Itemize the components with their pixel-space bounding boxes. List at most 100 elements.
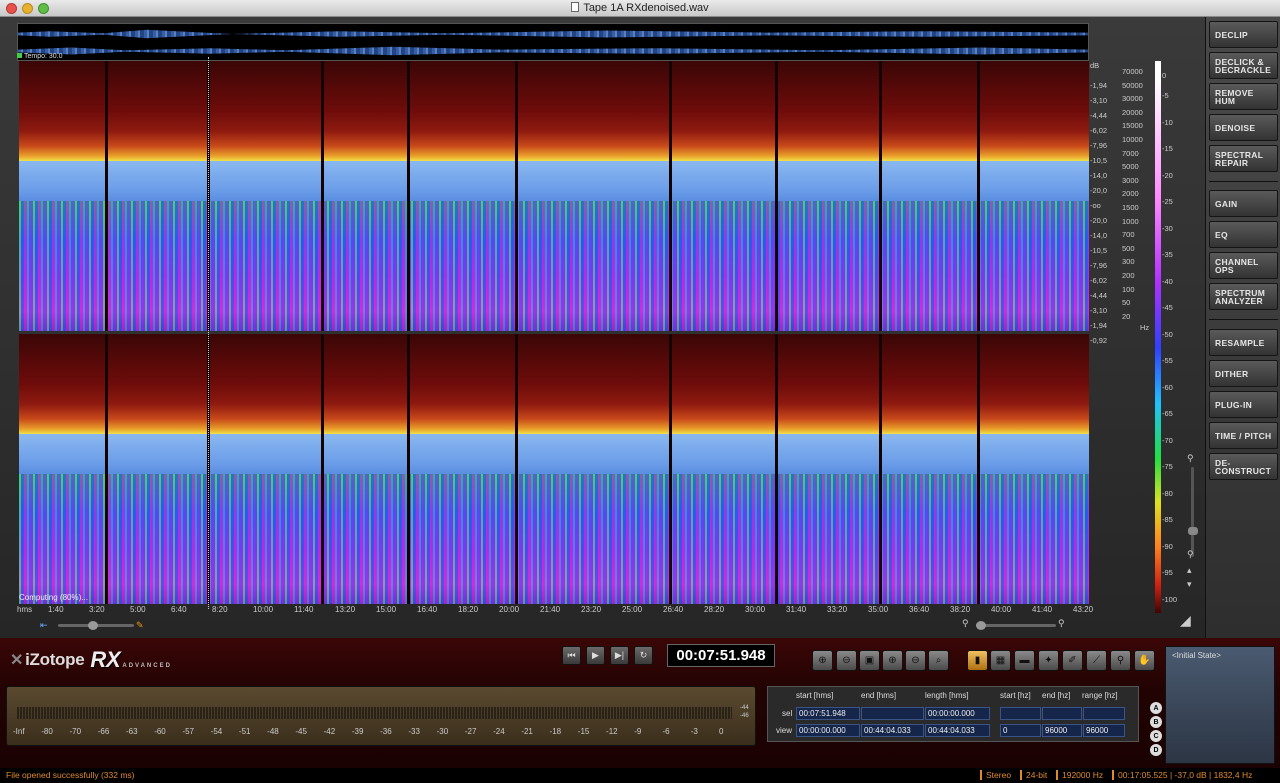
playhead-cursor[interactable] [208,57,209,609]
view-range-hz-field[interactable]: 96000 [1083,724,1125,737]
time-tick-label: 33:20 [827,605,848,614]
pan-down-icon[interactable]: ▾ [1187,579,1192,590]
module-remove-hum-button[interactable]: REMOVE HUM [1209,83,1278,110]
module-gain-button[interactable]: GAIN [1209,190,1278,217]
color-scale-tick: -45 [1162,303,1173,312]
meter-scale-label: -27 [464,727,477,736]
waveform-overview[interactable] [17,23,1089,61]
level-meter: -Inf -80 -70 -66 -63 -60 -57 -54 -51 -48 -45 -42 -39… [6,686,756,746]
view-end-hz-field[interactable]: 96000 [1042,724,1082,737]
module-declip-button[interactable]: DECLIP [1209,21,1278,48]
play-button[interactable]: ▶ [586,646,605,665]
sel-end-field[interactable] [861,707,924,720]
freq-selection-tool[interactable]: ▬ [1014,650,1035,671]
rect-selection-tool[interactable]: ▦ [990,650,1011,671]
vertical-zoom[interactable]: ⚲ ⚲ ▴ ▾ [1186,453,1200,607]
view-length-field[interactable]: 00:44:04.033 [925,724,990,737]
module-spectrum-analyzer-button[interactable]: SPECTRUM ANALYZER [1209,283,1278,310]
snapshot-d-button[interactable]: D [1150,744,1162,756]
color-scale-tick: -40 [1162,276,1173,286]
time-zoom-knob[interactable] [976,621,986,630]
sel-end-hz-field[interactable] [1042,707,1082,720]
rectangle-select-icon: ▦ [995,655,1006,666]
play-selection-button[interactable]: ▶| [610,646,629,665]
time-tick-label: 13:20 [335,605,356,614]
time-tick-label: 16:40 [417,605,438,614]
spectrogram-channel-left[interactable] [19,61,1089,331]
scroll-left-icon[interactable]: ⇤ [40,620,48,631]
horizontal-scroll[interactable]: ⇤ ✎ [40,620,150,630]
scroll-knob[interactable] [88,621,98,630]
meter-scale-label: -51 [238,727,251,736]
module-resample-button[interactable]: RESAMPLE [1209,329,1278,356]
silence-gap [407,61,410,331]
db-tick-label: -7,96 [1090,141,1108,150]
color-scale-tick: -5 [1162,91,1169,100]
resize-corner-icon[interactable]: ◢ [1180,612,1202,634]
silence-gap [977,334,980,604]
brush-tool[interactable]: ✐ [1062,650,1083,671]
time-zoom-track[interactable] [976,624,1056,627]
view-start-field[interactable]: 00:00:00.000 [796,724,860,737]
history-initial-state[interactable]: <Initial State> [1172,651,1268,660]
pencil-icon[interactable]: ✎ [136,620,144,631]
module-denoise-button[interactable]: DENOISE [1209,114,1278,141]
sel-length-field[interactable]: 00:00:00.000 [925,707,990,720]
horizontal-zoom[interactable]: ⚲ ⚲ [962,618,1072,630]
zoom-out-icon[interactable]: ⚲ [1187,549,1194,560]
time-selection-tool[interactable]: ▮ [967,650,988,671]
view-start-hz-field[interactable]: 0 [1000,724,1041,737]
loop-button[interactable]: ↻ [634,646,653,665]
meter-scale-label: 0 [719,727,724,736]
db-tick-label: -4,44 [1090,111,1108,120]
zoom-out-time-icon[interactable]: ⚲ [962,618,969,629]
spectrogram-low-band [19,201,1089,331]
module-plug-in-button[interactable]: PLUG-IN [1209,391,1278,418]
zoom-out-tool[interactable]: ⊖ [836,650,857,671]
zoom-selection-tool[interactable]: ▣ [859,650,880,671]
zoom-freq-in-tool[interactable]: ⊕ [882,650,903,671]
spectrogram-channel-right[interactable] [19,334,1089,604]
zoom-freq-out-tool[interactable]: ⊖ [905,650,926,671]
vertical-zoom-knob[interactable] [1188,527,1198,535]
sel-start-hz-field[interactable] [1000,707,1041,720]
time-tick-label: 3:20 [89,605,105,614]
time-tick-label: 18:20 [458,605,479,614]
pan-up-icon[interactable]: ▴ [1187,565,1192,576]
snapshot-a-button[interactable]: A [1150,702,1162,714]
wand-tool[interactable]: ⟋ [1086,650,1107,671]
hz-tick-label: 100 [1122,284,1135,294]
sel-range-hz-field[interactable] [1083,707,1125,720]
zoom-fit-tool[interactable]: ⌕ [928,650,949,671]
timecode-display: 00:07:51.948 [667,644,775,667]
zoom-in-icon[interactable]: ⚲ [1187,453,1194,464]
module-channel-ops-button[interactable]: CHANNEL OPS [1209,252,1278,279]
module-declick-button[interactable]: DECLICK & DECRACKLE [1209,52,1278,79]
time-tick-label: 43:20 [1073,605,1094,614]
module-divider [1209,319,1278,320]
module-deconstruct-button[interactable]: DE-CONSTRUCT [1209,453,1278,480]
view-end-field[interactable]: 00:44:04.033 [861,724,924,737]
time-tick-label: 8:20 [212,605,228,614]
hand-tool[interactable]: ✋ [1134,650,1155,671]
zoom-in-tool[interactable]: ⊕ [812,650,833,671]
rewind-button[interactable]: ⏮ [562,646,581,665]
meter-scale-label: -36 [380,727,392,736]
hz-tick-label: 500 [1122,243,1135,253]
meter-scale-label: -15 [577,727,590,736]
zoom-tool[interactable]: ⚲ [1110,650,1131,671]
zoom-in-time-icon[interactable]: ⚲ [1058,618,1065,629]
lasso-tool[interactable]: ✦ [1038,650,1059,671]
meter-scale-label: -54 [210,727,223,736]
hz-tick-label: 20 [1122,311,1131,321]
module-spectral-repair-button[interactable]: SPECTRAL REPAIR [1209,145,1278,172]
module-dither-button[interactable]: DITHER [1209,360,1278,387]
snapshot-c-button[interactable]: C [1150,730,1162,742]
time-tick-label: 1:40 [48,605,64,614]
snapshot-b-button[interactable]: B [1150,716,1162,728]
history-panel[interactable]: <Initial State> [1165,646,1275,764]
module-time-pitch-button[interactable]: TIME / PITCH [1209,422,1278,449]
sel-start-field[interactable]: 00:07:51.948 [796,707,860,720]
vertical-zoom-track[interactable] [1191,467,1194,557]
module-eq-button[interactable]: EQ [1209,221,1278,248]
